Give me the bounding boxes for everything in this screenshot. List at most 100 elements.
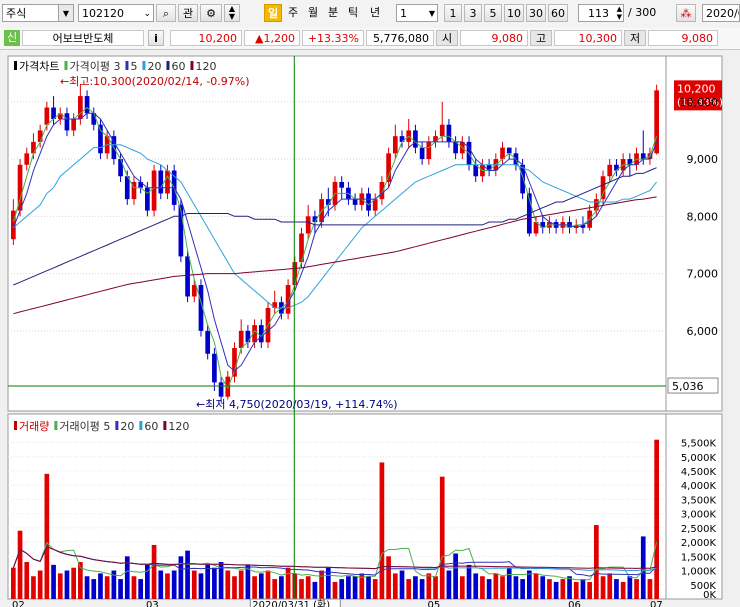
period-day-button[interactable]: 일 bbox=[264, 4, 282, 22]
volume-bar bbox=[426, 573, 432, 599]
price-legend-swatch bbox=[142, 61, 146, 70]
price-change-pct: +13.33% bbox=[302, 30, 364, 46]
interval-select-value: 1 bbox=[400, 7, 407, 20]
stock-chart[interactable]: 5,03610,200(13.33%)←최고:10,300(2020/02/14… bbox=[0, 50, 740, 607]
trade-volume: 5,776,080 bbox=[366, 30, 434, 46]
period-week-button[interactable]: 주 bbox=[285, 4, 301, 22]
volume-legend-swatch bbox=[14, 421, 17, 430]
volume-bar bbox=[587, 581, 592, 599]
market-badge: 신 bbox=[4, 30, 20, 46]
interval-1-button[interactable]: 1 bbox=[444, 4, 462, 22]
related-button[interactable]: 관 bbox=[178, 4, 198, 22]
candle bbox=[419, 147, 425, 160]
high-annotation: ←최고:10,300(2020/02/14, -0.97%) bbox=[60, 75, 250, 88]
interval-select[interactable]: 1 ▼ bbox=[396, 4, 438, 22]
candle bbox=[78, 96, 83, 119]
volume-bar bbox=[647, 579, 653, 599]
settings-button[interactable]: ⚙ bbox=[200, 4, 222, 22]
interval-5-button[interactable]: 5 bbox=[484, 4, 502, 22]
search-button[interactable]: ⌕ bbox=[156, 4, 176, 22]
candle bbox=[44, 107, 50, 125]
volume-bar bbox=[185, 550, 190, 599]
candle bbox=[392, 136, 398, 154]
period-month-button[interactable]: 월 bbox=[305, 4, 321, 22]
bar-count-input[interactable]: 113 ▲ ▼ bbox=[578, 4, 624, 22]
price-legend-swatch bbox=[125, 61, 129, 70]
arrow-down-icon: ▼ bbox=[228, 12, 236, 21]
price-legend-label: 가격차트 bbox=[19, 60, 59, 73]
interval-3-button[interactable]: 3 bbox=[464, 4, 482, 22]
interval-30-button[interactable]: 30 bbox=[526, 4, 546, 22]
volume-bar bbox=[433, 576, 438, 599]
volume-bar bbox=[31, 576, 36, 599]
price-tick-label: 6,000 bbox=[687, 325, 719, 338]
volume-legend-swatch bbox=[54, 421, 58, 430]
volume-bar bbox=[553, 581, 559, 599]
volume-tick-label: 3,500K bbox=[681, 495, 717, 506]
candle bbox=[205, 330, 211, 354]
candle bbox=[151, 170, 157, 211]
candle bbox=[37, 130, 43, 142]
volume-bar bbox=[212, 567, 217, 599]
period-tick-button[interactable]: 틱 bbox=[345, 4, 361, 22]
volume-bar bbox=[238, 570, 244, 599]
volume-bar bbox=[500, 576, 505, 599]
volume-tick-label: 0K bbox=[703, 590, 716, 601]
volume-bar bbox=[191, 570, 197, 599]
candle bbox=[386, 153, 391, 182]
volume-bar bbox=[473, 573, 479, 599]
current-price-label: 10,200 bbox=[677, 82, 716, 95]
interval-10-button[interactable]: 10 bbox=[504, 4, 524, 22]
interval-60-button[interactable]: 60 bbox=[548, 4, 568, 22]
volume-bar bbox=[24, 562, 30, 599]
candle bbox=[426, 141, 432, 160]
info-bar: 신 어보브반도체 i 10,200 ▲1,200 +13.33% 5,776,0… bbox=[0, 28, 740, 50]
volume-bar bbox=[258, 573, 264, 599]
volume-bar bbox=[627, 576, 633, 599]
candle bbox=[506, 147, 512, 154]
code-input[interactable]: 102120 ⌄ bbox=[78, 4, 154, 22]
gear-icon: ⚙ bbox=[206, 7, 216, 20]
x-tick-label: 02 bbox=[12, 600, 25, 607]
volume-bar bbox=[520, 579, 525, 599]
volume-bar bbox=[406, 579, 412, 599]
candle bbox=[339, 181, 345, 188]
volume-legend-label: 120 bbox=[168, 420, 189, 433]
code-input-value: 102120 bbox=[82, 7, 124, 20]
price-legend-label: 가격이평 3 bbox=[69, 60, 120, 73]
volume-bar bbox=[37, 570, 43, 599]
low-label: 저 bbox=[624, 30, 646, 46]
volume-bar bbox=[151, 544, 157, 599]
volume-legend-swatch bbox=[115, 421, 119, 430]
candle bbox=[212, 353, 217, 383]
date-input[interactable]: 2020/0 bbox=[702, 4, 740, 22]
volume-bar bbox=[91, 579, 97, 599]
price-legend-label: 5 bbox=[130, 60, 137, 73]
candle bbox=[446, 124, 452, 142]
grid-settings-button[interactable]: ⁂ bbox=[676, 4, 696, 22]
info-button[interactable]: i bbox=[148, 30, 164, 46]
volume-bar bbox=[84, 576, 90, 599]
period-minute-button[interactable]: 분 bbox=[325, 4, 341, 22]
volume-bar bbox=[634, 579, 639, 599]
grid-icon: ⁂ bbox=[680, 7, 692, 20]
volume-bar bbox=[312, 581, 318, 599]
candle bbox=[71, 118, 77, 131]
stepper-button[interactable]: ▲ ▼ bbox=[224, 4, 240, 22]
volume-bar bbox=[614, 579, 619, 599]
volume-bar bbox=[486, 579, 492, 599]
volume-tick-label: 4,500K bbox=[681, 467, 717, 478]
period-year-button[interactable]: 년 bbox=[367, 4, 383, 22]
volume-bar bbox=[205, 564, 211, 599]
price-legend-swatch bbox=[14, 61, 17, 70]
market-select[interactable]: 주식 ▼ bbox=[2, 4, 74, 22]
chevron-down-icon: ▼ bbox=[58, 5, 73, 21]
volume-bar bbox=[446, 570, 452, 599]
volume-bar bbox=[158, 570, 164, 599]
volume-bar bbox=[399, 570, 405, 599]
volume-bar bbox=[51, 564, 56, 599]
volume-bar bbox=[560, 579, 566, 599]
volume-bar bbox=[466, 564, 472, 599]
volume-bar bbox=[593, 525, 599, 599]
bar-count-value: 113 bbox=[588, 7, 609, 20]
